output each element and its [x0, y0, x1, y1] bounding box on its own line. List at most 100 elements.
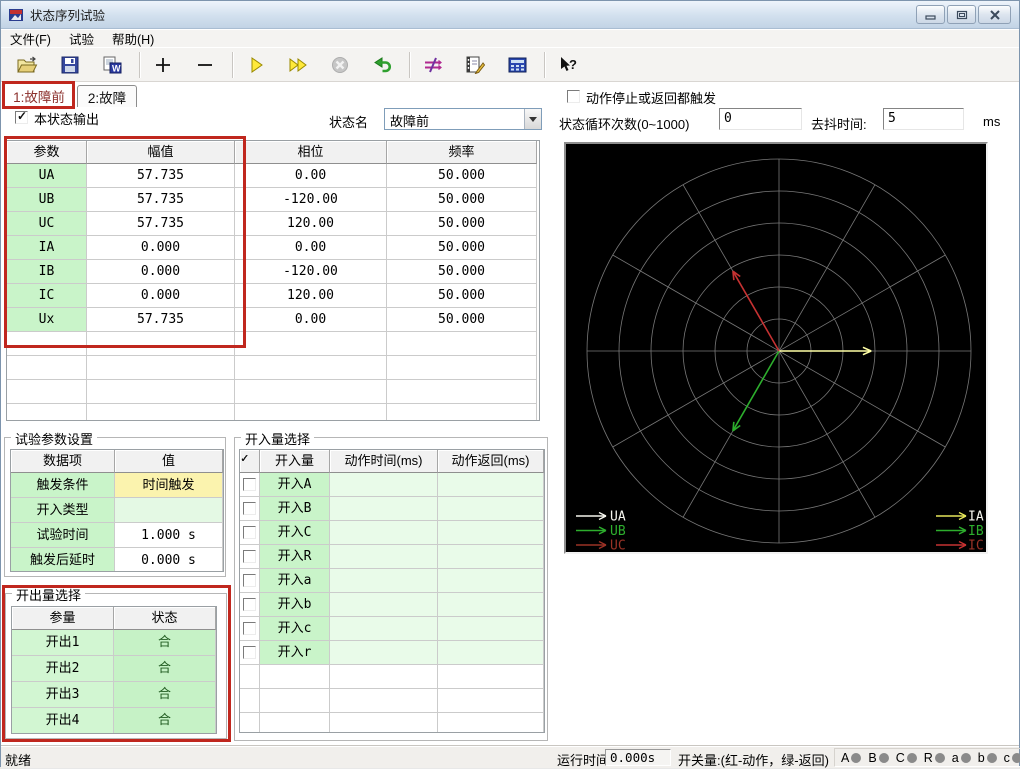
run-button[interactable]	[241, 51, 271, 79]
phase-cell[interactable]: 120.00	[235, 284, 387, 308]
amplitude-cell[interactable]: 57.735	[87, 164, 235, 188]
action-return-cell[interactable]	[438, 617, 544, 641]
output-setting-button[interactable]	[418, 51, 448, 79]
amplitude-cell[interactable]: 0.000	[87, 284, 235, 308]
channel-table: 参数 幅值 相位 频率 UA 57.735 0.00 50.000 UB 57.735 -120.0…	[6, 140, 540, 421]
input-checkbox-cell	[240, 641, 260, 665]
action-return-cell[interactable]	[438, 641, 544, 665]
minimize-button[interactable]	[916, 5, 945, 24]
remove-state-button[interactable]	[190, 51, 220, 79]
frequency-cell[interactable]: 50.000	[387, 308, 537, 332]
action-time-cell[interactable]	[330, 569, 438, 593]
input-enabled-checkbox[interactable]	[243, 526, 256, 539]
menu-help[interactable]: 帮助(H)	[103, 29, 163, 48]
input-enabled-checkbox[interactable]	[243, 502, 256, 515]
action-return-cell[interactable]	[438, 497, 544, 521]
action-return-cell[interactable]	[438, 569, 544, 593]
frequency-cell[interactable]: 50.000	[387, 236, 537, 260]
switch-indicator: c	[1004, 751, 1020, 765]
menu-test[interactable]: 试验	[60, 29, 103, 48]
empty-cell	[235, 332, 387, 356]
amplitude-cell[interactable]: 0.000	[87, 236, 235, 260]
trigger-on-act-or-return-checkbox[interactable]	[567, 90, 580, 103]
action-time-cell[interactable]	[330, 617, 438, 641]
phase-cell[interactable]: -120.00	[235, 188, 387, 212]
action-return-cell[interactable]	[438, 521, 544, 545]
stop-button[interactable]	[325, 51, 355, 79]
undo-button[interactable]	[367, 51, 397, 79]
param-value-cell[interactable]: 时间触发	[115, 473, 223, 498]
add-state-button[interactable]	[148, 51, 178, 79]
test-params-table: 数据项值触发条件 时间触发 开入类型 试验时间 1.000 s 触发后延时 0.000 s	[10, 449, 224, 572]
frequency-cell[interactable]: 50.000	[387, 212, 537, 236]
amplitude-cell[interactable]: 57.735	[87, 188, 235, 212]
loop-count-label: 状态循环次数(0~1000)	[559, 117, 690, 132]
action-return-cell[interactable]	[438, 473, 544, 497]
frequency-cell[interactable]: 50.000	[387, 260, 537, 284]
input-empty-row	[240, 689, 544, 713]
input-row: 开入B	[240, 497, 544, 521]
report-button[interactable]	[460, 51, 490, 79]
param-value-cell[interactable]	[115, 498, 223, 523]
combobox-dropdown-button[interactable]	[524, 109, 541, 129]
action-time-cell[interactable]	[330, 521, 438, 545]
channel-param-cell: IA	[7, 236, 87, 260]
empty-cell	[387, 332, 537, 356]
runtime-label: 运行时间	[557, 753, 610, 768]
output-state-cell[interactable]: 合	[114, 682, 216, 708]
phase-cell[interactable]: 0.00	[235, 164, 387, 188]
output-state-cell[interactable]: 合	[114, 656, 216, 682]
frequency-cell[interactable]: 50.000	[387, 188, 537, 212]
output-state-cell[interactable]: 合	[114, 630, 216, 656]
menu-bar: 文件(F) 试验 帮助(H)	[1, 30, 1019, 47]
input-enabled-checkbox[interactable]	[243, 550, 256, 563]
param-value-cell[interactable]: 0.000 s	[115, 548, 223, 571]
tab-state-1-pre-fault[interactable]: 1:故障前	[3, 83, 75, 107]
amplitude-cell[interactable]: 57.735	[87, 308, 235, 332]
action-return-cell[interactable]	[438, 593, 544, 617]
loop-count-input[interactable]: 0	[719, 108, 802, 130]
input-enabled-checkbox[interactable]	[243, 598, 256, 611]
input-checkbox-cell	[240, 521, 260, 545]
action-time-cell[interactable]	[330, 593, 438, 617]
tab-state-2-fault[interactable]: 2:故障	[77, 85, 137, 107]
save-button[interactable]	[55, 51, 85, 79]
close-button[interactable]	[978, 5, 1011, 24]
action-return-cell[interactable]	[438, 545, 544, 569]
phase-cell[interactable]: 120.00	[235, 212, 387, 236]
output-row: 开出1 合	[12, 630, 216, 656]
frequency-cell[interactable]: 50.000	[387, 164, 537, 188]
run-continuous-button[interactable]	[283, 51, 313, 79]
state-output-checkbox[interactable]	[15, 109, 28, 124]
action-time-cell[interactable]	[330, 473, 438, 497]
output-row: 开出4 合	[12, 708, 216, 733]
output-select-header-row: 参量 状态	[12, 607, 216, 630]
open-button[interactable]	[13, 51, 43, 79]
input-enabled-checkbox[interactable]	[243, 646, 256, 659]
phase-cell[interactable]: 0.00	[235, 308, 387, 332]
output-state-cell[interactable]: 合	[114, 708, 216, 733]
amplitude-cell[interactable]: 0.000	[87, 260, 235, 284]
state-name-combobox[interactable]: 故障前	[384, 108, 542, 130]
phase-cell[interactable]: -120.00	[235, 260, 387, 284]
maximize-button[interactable]	[947, 5, 976, 24]
debounce-time-input[interactable]: 5	[883, 108, 964, 130]
frequency-cell[interactable]: 50.000	[387, 284, 537, 308]
amplitude-cell[interactable]: 57.735	[87, 212, 235, 236]
action-time-cell[interactable]	[330, 641, 438, 665]
title-bar[interactable]: 状态序列试验	[1, 1, 1019, 29]
input-enabled-checkbox[interactable]	[243, 622, 256, 635]
calculator-button[interactable]	[502, 51, 532, 79]
input-enabled-checkbox[interactable]	[243, 574, 256, 587]
channel-param-cell: UC	[7, 212, 87, 236]
param-value-cell[interactable]: 1.000 s	[115, 523, 223, 548]
phase-cell[interactable]: 0.00	[235, 236, 387, 260]
menu-file[interactable]: 文件(F)	[1, 29, 60, 48]
action-time-cell[interactable]	[330, 497, 438, 521]
input-enabled-checkbox[interactable]	[243, 478, 256, 491]
action-time-cell[interactable]	[330, 545, 438, 569]
context-help-button[interactable]: ?	[553, 51, 583, 79]
input-name-cell: 开入A	[260, 473, 330, 497]
word-document-icon: W	[103, 56, 122, 73]
export-report-button[interactable]: W	[97, 51, 127, 79]
